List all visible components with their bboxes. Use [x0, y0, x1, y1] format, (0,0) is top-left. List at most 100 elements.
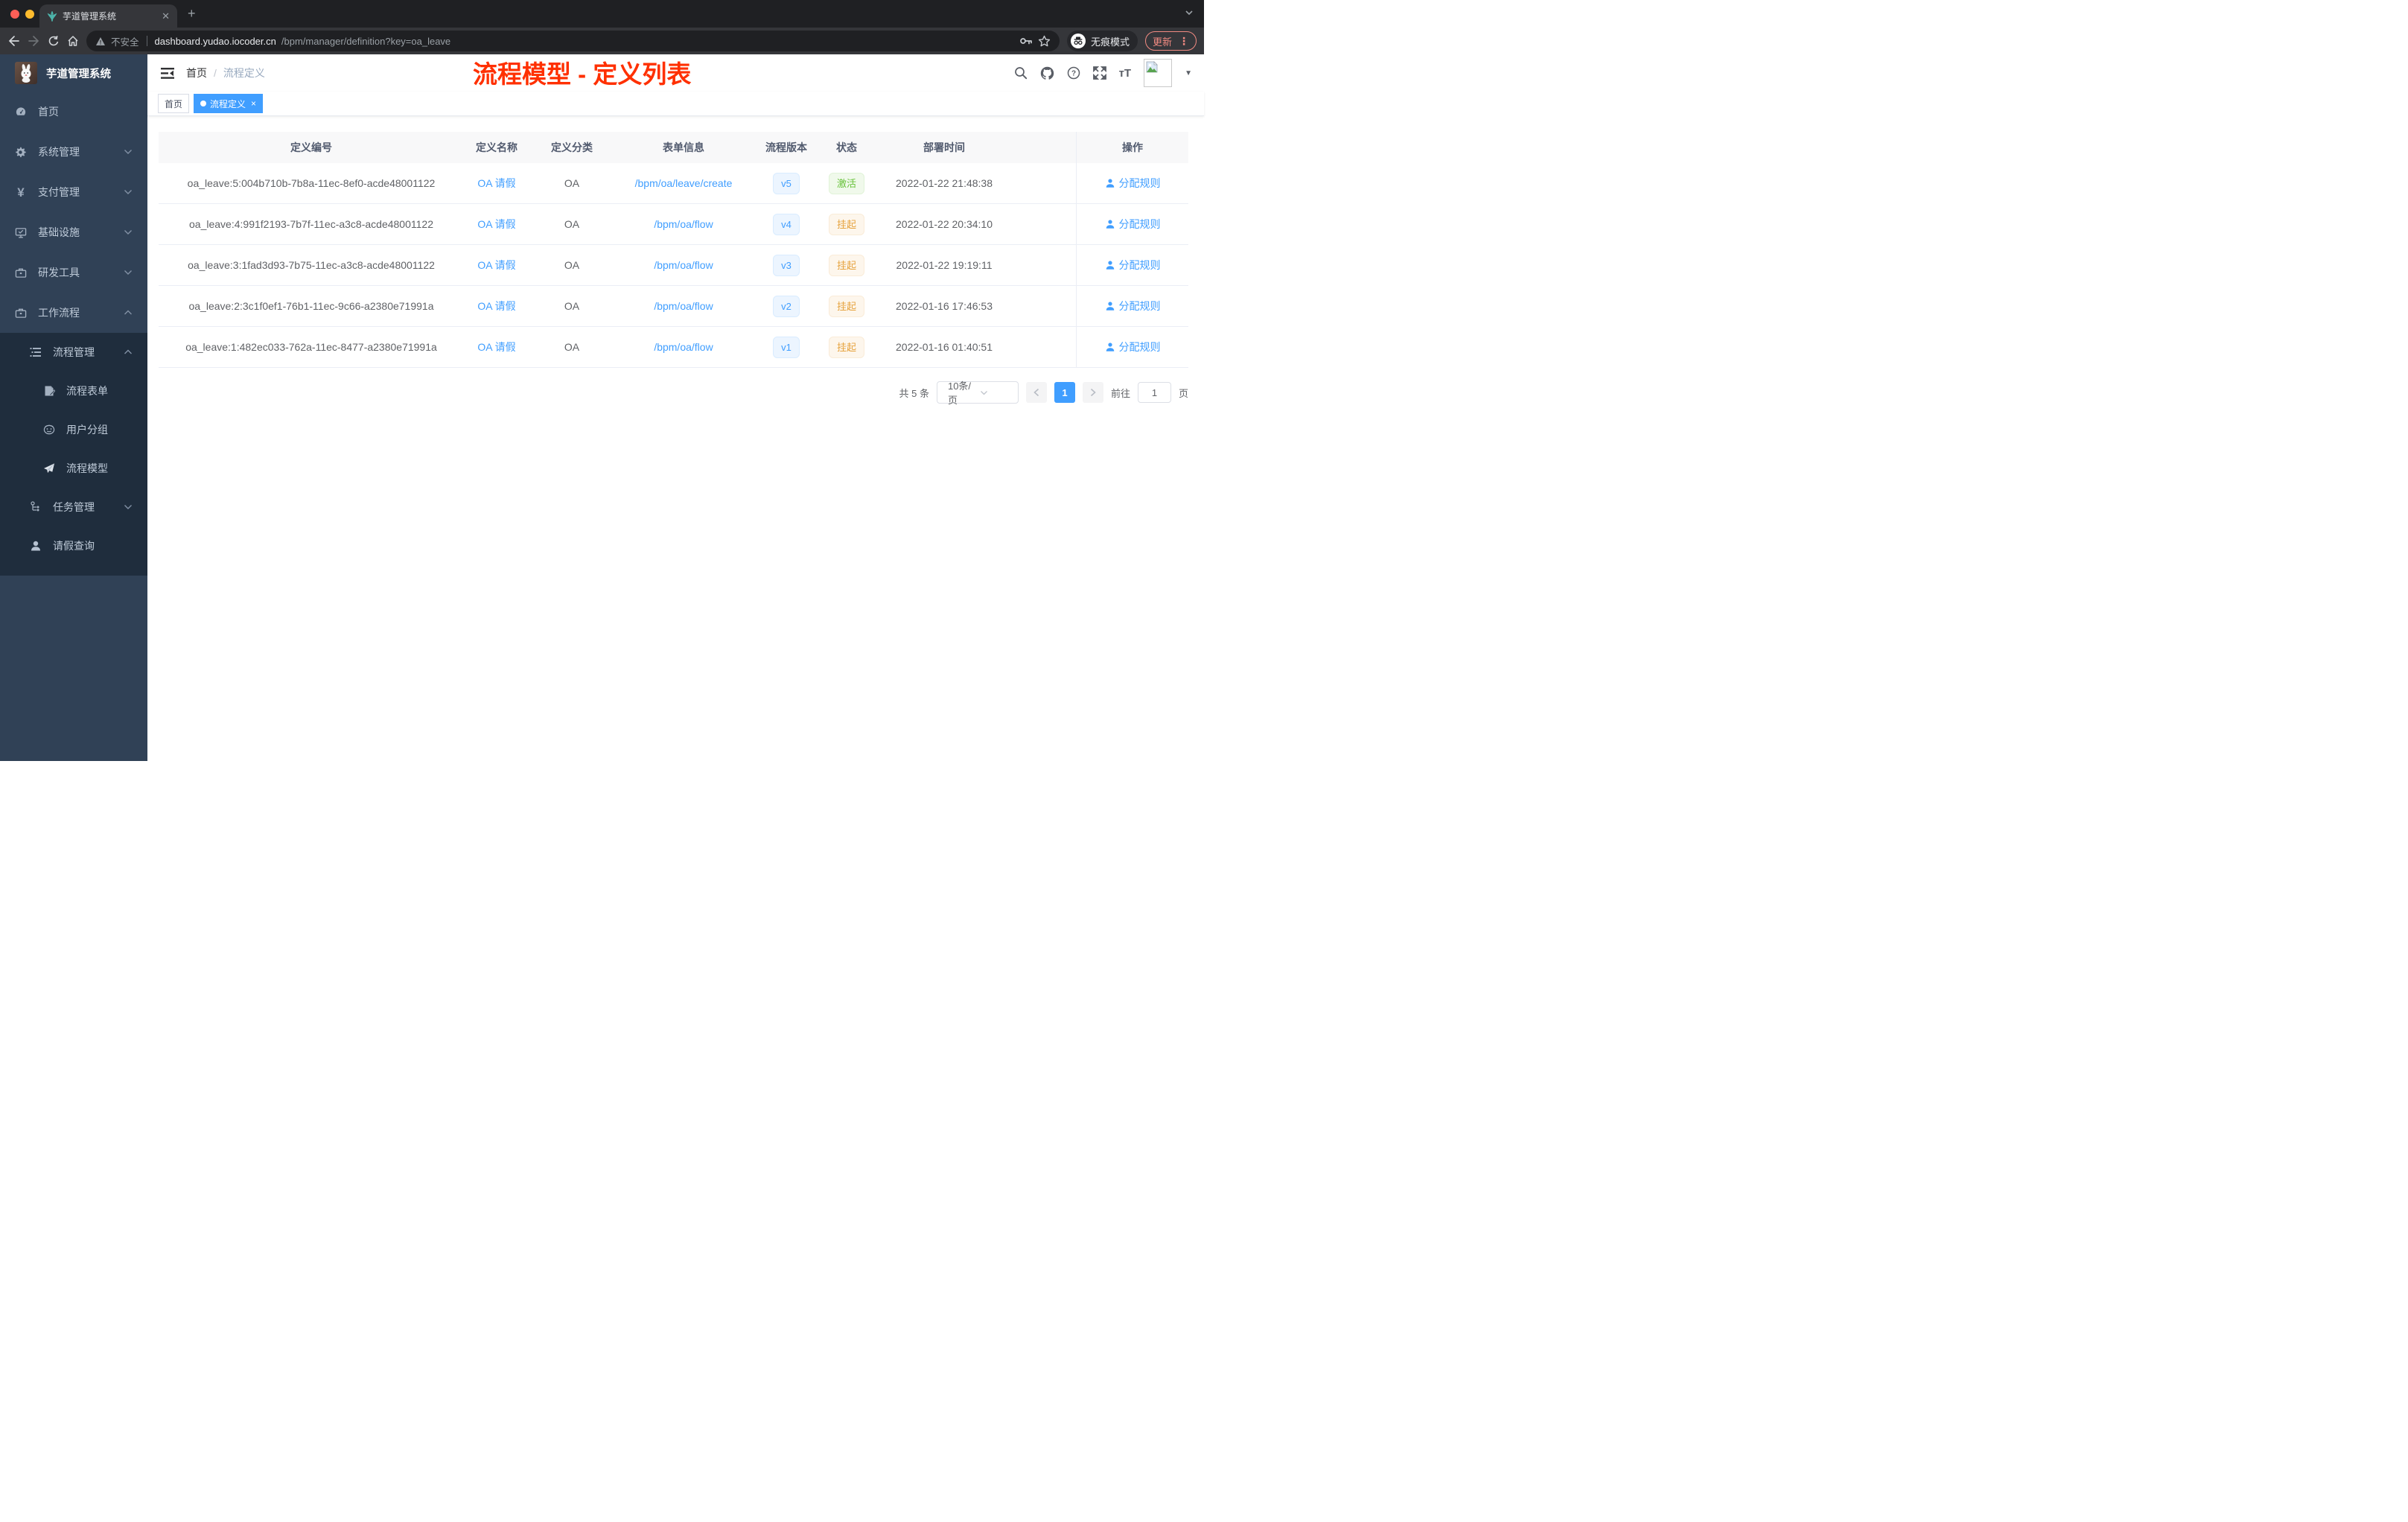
tab-search-chevron-icon[interactable]: [1185, 10, 1194, 16]
definition-name-link[interactable]: OA 请假: [477, 177, 515, 189]
help-icon[interactable]: ?: [1067, 66, 1080, 80]
browser-tab[interactable]: 芋道管理系统 ✕: [39, 4, 177, 28]
breadcrumb-home[interactable]: 首页: [186, 66, 207, 80]
robot-face-icon: [43, 424, 55, 436]
bookmark-star-icon[interactable]: [1038, 35, 1051, 47]
definition-category: OA: [564, 177, 580, 189]
table-row: oa_leave:1:482ec033-762a-11ec-8477-a2380…: [159, 327, 1076, 368]
sidebar-item-label: 流程模型: [66, 462, 108, 474]
page-number-button[interactable]: 1: [1054, 382, 1075, 403]
definition-id: oa_leave:3:1fad3d93-7b75-11ec-a3c8-acde4…: [188, 259, 435, 271]
browser-update-button[interactable]: 更新 ⋮: [1144, 31, 1197, 51]
sidebar-item-label: 流程管理: [53, 346, 95, 358]
forward-icon[interactable]: [28, 35, 40, 47]
definition-id: oa_leave:1:482ec033-762a-11ec-8477-a2380…: [185, 341, 437, 353]
back-icon[interactable]: [7, 35, 20, 47]
column-header-status: 状态: [836, 141, 857, 153]
sidebar-item-process-form[interactable]: 流程表单: [0, 372, 147, 410]
column-header-deploy-time: 部署时间: [923, 141, 965, 153]
sidebar-fold-icon[interactable]: [161, 67, 174, 80]
form-link[interactable]: /bpm/oa/flow: [654, 300, 713, 312]
definition-name-link[interactable]: OA 请假: [477, 300, 515, 312]
sidebar-item-label: 支付管理: [38, 186, 80, 198]
definition-id: oa_leave:4:991f2193-7b7f-11ec-a3c8-acde4…: [189, 218, 433, 230]
sidebar-item-payment-mgmt[interactable]: ¥ 支付管理: [0, 172, 147, 212]
version-badge: v1: [773, 336, 800, 358]
definition-category: OA: [564, 300, 580, 312]
form-link[interactable]: /bpm/oa/leave/create: [635, 177, 733, 189]
form-link[interactable]: /bpm/oa/flow: [654, 259, 713, 271]
svg-text:?: ?: [1071, 70, 1076, 78]
user-icon: [30, 540, 42, 552]
definition-category: OA: [564, 259, 580, 271]
app-window: 芋道管理系统 首页 系统管理 ¥ 支付管理 基础设施 研发工具 工作流程 流程管…: [0, 54, 1204, 761]
search-icon[interactable]: [1014, 66, 1028, 80]
sidebar-item-infrastructure[interactable]: 基础设施: [0, 212, 147, 252]
form-link[interactable]: /bpm/oa/flow: [654, 218, 713, 230]
status-badge: 激活: [828, 172, 864, 194]
goto-page-input[interactable]: [1137, 382, 1171, 403]
definition-name-link[interactable]: OA 请假: [477, 218, 515, 230]
sidebar-item-label: 研发工具: [38, 267, 80, 278]
tag-process-definition[interactable]: 流程定义 ×: [194, 94, 264, 113]
sidebar-item-task-mgmt[interactable]: 任务管理: [0, 488, 147, 526]
prev-page-button[interactable]: [1025, 382, 1047, 403]
page-size-select[interactable]: 10条/页: [936, 380, 1019, 406]
url-host[interactable]: dashboard.yudao.iocoder.cn: [155, 36, 276, 47]
sidebar-item-label: 工作流程: [38, 307, 80, 319]
update-label[interactable]: 更新: [1153, 34, 1172, 48]
new-tab-button[interactable]: +: [188, 6, 196, 22]
tag-close-icon[interactable]: ×: [251, 98, 256, 109]
password-key-icon[interactable]: [1019, 35, 1033, 47]
sidebar-item-system-mgmt[interactable]: 系统管理: [0, 132, 147, 172]
reload-icon[interactable]: [48, 35, 60, 47]
tab-close-icon[interactable]: ✕: [162, 10, 170, 22]
table-row: oa_leave:4:991f2193-7b7f-11ec-a3c8-acde4…: [159, 204, 1076, 245]
form-link[interactable]: /bpm/oa/flow: [654, 341, 713, 353]
status-badge: 挂起: [828, 213, 864, 235]
minimize-window-button[interactable]: [25, 9, 34, 19]
fullscreen-icon[interactable]: [1092, 66, 1106, 80]
assign-rule-button[interactable]: 分配规则: [1105, 258, 1161, 273]
table-header: 定义编号 定义名称 定义分类 表单信息 流程版本 状态 部署时间: [159, 132, 1076, 163]
security-label[interactable]: 不安全: [111, 34, 139, 48]
select-chevron-icon: [980, 390, 1012, 395]
definition-name-link[interactable]: OA 请假: [477, 259, 515, 271]
browser-menu-dots-icon[interactable]: ⋮: [1179, 35, 1189, 48]
home-icon[interactable]: [67, 35, 79, 47]
url-path[interactable]: /bpm/manager/definition?key=oa_leave: [281, 36, 450, 47]
next-page-button[interactable]: [1082, 382, 1103, 403]
tags-view: 首页 流程定义 ×: [147, 92, 1204, 116]
incognito-badge: 无痕模式: [1066, 31, 1138, 51]
sidebar-logo-row[interactable]: 芋道管理系统: [0, 54, 147, 92]
assign-rule-button[interactable]: 分配规则: [1105, 299, 1161, 313]
gear-icon: [15, 146, 27, 158]
navbar-actions: ? тT ▼: [1014, 59, 1192, 87]
assign-rule-button[interactable]: 分配规则: [1105, 217, 1161, 232]
status-badge: 挂起: [828, 295, 864, 317]
deploy-time: 2022-01-22 20:34:10: [896, 218, 993, 230]
sidebar-item-dev-tools[interactable]: 研发工具: [0, 252, 147, 293]
document-edit-icon: [43, 385, 55, 397]
avatar[interactable]: [1144, 59, 1173, 87]
sidebar-item-user-group[interactable]: 用户分组: [0, 410, 147, 449]
sidebar-item-process-mgmt[interactable]: 流程管理: [0, 333, 147, 372]
breadcrumb-current: 流程定义: [223, 67, 265, 79]
sidebar-item-process-model[interactable]: 流程模型: [0, 449, 147, 488]
caret-down-icon[interactable]: ▼: [1185, 69, 1192, 77]
assign-rule-button[interactable]: 分配规则: [1105, 340, 1161, 354]
deploy-time: 2022-01-22 21:48:38: [896, 177, 993, 189]
pagination-total: 共 5 条: [899, 387, 929, 399]
sidebar-item-workflow[interactable]: 工作流程: [0, 293, 147, 333]
definition-name-link[interactable]: OA 请假: [477, 341, 515, 353]
tag-home[interactable]: 首页: [158, 94, 190, 113]
assign-rule-button[interactable]: 分配规则: [1105, 176, 1161, 191]
close-window-button[interactable]: [10, 9, 19, 19]
sidebar-item-home[interactable]: 首页: [0, 92, 147, 132]
font-size-icon[interactable]: тT: [1119, 67, 1132, 80]
sidebar-item-leave-query[interactable]: 请假查询: [0, 526, 147, 565]
page-size-value: 10条/页: [947, 380, 972, 406]
github-icon[interactable]: [1040, 66, 1054, 80]
browser-toolbar: 不安全 dashboard.yudao.iocoder.cn/bpm/manag…: [0, 28, 1204, 54]
url-bar[interactable]: 不安全 dashboard.yudao.iocoder.cn/bpm/manag…: [86, 31, 1060, 51]
